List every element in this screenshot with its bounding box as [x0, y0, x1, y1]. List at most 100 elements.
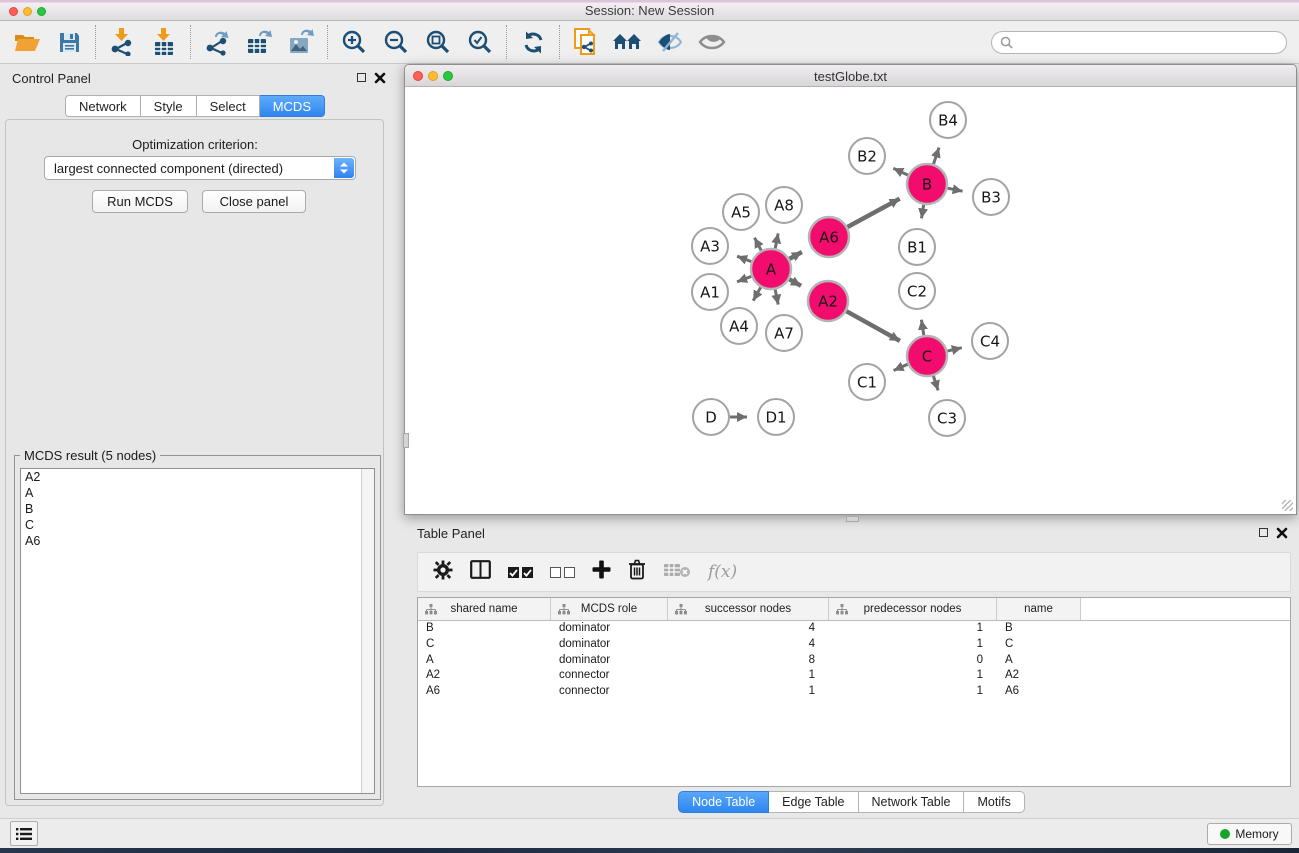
select-all-button[interactable]	[508, 567, 533, 578]
graph-edge-A6-B[interactable]	[848, 199, 900, 227]
graph-edge-A-A4[interactable]	[753, 287, 761, 300]
export-image-button[interactable]	[280, 23, 322, 61]
criterion-dropdown[interactable]: largest connected component (directed)	[44, 156, 356, 180]
graph-edge-A2-C[interactable]	[846, 311, 900, 341]
shared-column-icon	[675, 604, 687, 615]
table-cell: A	[418, 653, 551, 669]
graph-edge-C-C3[interactable]	[933, 376, 938, 390]
zoom-out-button[interactable]	[375, 23, 417, 61]
toggle-graphics-details-button[interactable]	[649, 23, 691, 61]
import-network-button[interactable]	[101, 23, 143, 61]
table-row-a2[interactable]: A2connector11A2	[418, 668, 1290, 684]
graph-node-label-B3: B3	[981, 188, 1001, 206]
tab-select[interactable]: Select	[197, 95, 260, 117]
memory-button[interactable]: Memory	[1207, 823, 1292, 845]
column-header-predecessor-nodes[interactable]: predecessor nodes	[829, 598, 997, 620]
result-item-b[interactable]: B	[21, 501, 374, 517]
vertical-scrollbar-thumb[interactable]	[403, 433, 409, 448]
table-settings-button[interactable]	[433, 560, 453, 585]
export-table-button[interactable]	[238, 23, 280, 61]
zoom-selected-button[interactable]	[459, 23, 501, 61]
graph-edge-A-A6[interactable]	[789, 252, 802, 259]
table-panel-close-icon[interactable]	[1276, 526, 1288, 544]
import-table-button[interactable]	[143, 23, 185, 61]
show-details-eye-button[interactable]	[691, 23, 733, 61]
search-input[interactable]	[1018, 35, 1278, 49]
graph-edge-A-A1[interactable]	[737, 276, 751, 281]
column-header-successor-nodes[interactable]: successor nodes	[668, 598, 829, 620]
graph-node-label-B4: B4	[938, 111, 958, 129]
control-tabs: NetworkStyleSelectMCDS	[0, 95, 390, 117]
graph-edge-B-B4[interactable]	[934, 148, 940, 164]
table-cell: 1	[829, 668, 997, 684]
graph-edge-C-C2[interactable]	[921, 320, 923, 336]
network-canvas[interactable]: B4B2BB3A5A8A6A3AB1A1A2C2A4A7C4CC1C3DD1	[405, 87, 1296, 514]
duplicate-network-button[interactable]	[565, 23, 607, 61]
resize-grip[interactable]	[1282, 500, 1293, 511]
search-box[interactable]	[991, 31, 1287, 54]
control-panel-close-icon[interactable]	[374, 71, 386, 89]
open-folder-button[interactable]	[6, 23, 48, 61]
graph-node-label-A7: A7	[774, 324, 794, 342]
graph-node-label-B2: B2	[857, 147, 877, 165]
graph-edge-A-A8[interactable]	[775, 233, 778, 248]
run-mcds-button[interactable]: Run MCDS	[92, 190, 188, 213]
graph-edge-A-A3[interactable]	[737, 256, 751, 261]
graph-edge-B-B3[interactable]	[948, 188, 963, 191]
refresh-button[interactable]	[512, 23, 554, 61]
tab-style[interactable]: Style	[141, 95, 197, 117]
graph-edge-A-A5[interactable]	[755, 238, 762, 251]
table-row-c[interactable]: Cdominator41C	[418, 637, 1290, 653]
result-scrollbar[interactable]	[361, 469, 374, 793]
column-header-MCDS-role[interactable]: MCDS role	[551, 598, 668, 620]
table-cell: B	[997, 621, 1081, 637]
home-houses-icon	[612, 31, 644, 53]
tab-network-table[interactable]: Network Table	[859, 791, 965, 813]
table-panel-title: Table Panel	[417, 526, 485, 541]
graph-edge-B-B2[interactable]	[893, 168, 908, 175]
control-panel-float-icon[interactable]	[357, 73, 366, 82]
save-button[interactable]	[48, 23, 90, 61]
tab-mcds[interactable]: MCDS	[260, 95, 325, 117]
graph-edge-A-A2[interactable]	[789, 279, 801, 286]
table-cell: 1	[829, 684, 997, 700]
task-history-button[interactable]	[10, 821, 38, 846]
deselect-all-button[interactable]	[550, 567, 575, 578]
horizontal-scrollbar-thumb[interactable]	[846, 516, 859, 522]
column-header-name[interactable]: name	[997, 598, 1081, 620]
column-header-shared-name[interactable]: shared name	[418, 598, 551, 620]
tab-node-table[interactable]: Node Table	[678, 791, 769, 813]
import-table-icon	[151, 28, 177, 56]
shared-column-icon	[425, 604, 437, 615]
result-item-c[interactable]: C	[21, 517, 374, 533]
graph-edge-C-C4[interactable]	[947, 348, 961, 351]
graph-edge-C-C1[interactable]	[894, 364, 908, 370]
graph-edge-A-A7[interactable]	[775, 290, 778, 305]
column-layout-button[interactable]	[470, 560, 491, 584]
zoom-in-button[interactable]	[333, 23, 375, 61]
table-header-row: shared nameMCDS rolesuccessor nodesprede…	[418, 598, 1290, 621]
graph-edge-B-B1[interactable]	[922, 205, 924, 219]
import-network-icon	[109, 28, 135, 56]
delete-column-button[interactable]	[628, 559, 646, 585]
table-row-b[interactable]: Bdominator41B	[418, 621, 1290, 637]
control-panel-title: Control Panel	[12, 71, 91, 86]
result-item-a2[interactable]: A2	[21, 469, 374, 485]
tab-motifs[interactable]: Motifs	[964, 791, 1024, 813]
table-row-a[interactable]: Adominator80A	[418, 653, 1290, 669]
result-item-a6[interactable]: A6	[21, 533, 374, 549]
graph-node-label-A1: A1	[700, 283, 720, 301]
table-row-a6[interactable]: A6connector11A6	[418, 684, 1290, 700]
tab-edge-table[interactable]: Edge Table	[769, 791, 858, 813]
export-network-button[interactable]	[196, 23, 238, 61]
graph-node-label-A4: A4	[729, 317, 749, 335]
add-column-button[interactable]	[592, 560, 611, 584]
zoom-fit-button[interactable]	[417, 23, 459, 61]
result-item-a[interactable]: A	[21, 485, 374, 501]
table-panel-float-icon[interactable]	[1259, 528, 1268, 537]
table-cell: 1	[829, 637, 997, 653]
close-panel-button[interactable]: Close panel	[202, 190, 306, 213]
tab-network[interactable]: Network	[65, 95, 141, 117]
graph-node-label-B1: B1	[907, 238, 927, 256]
home-button[interactable]	[607, 23, 649, 61]
